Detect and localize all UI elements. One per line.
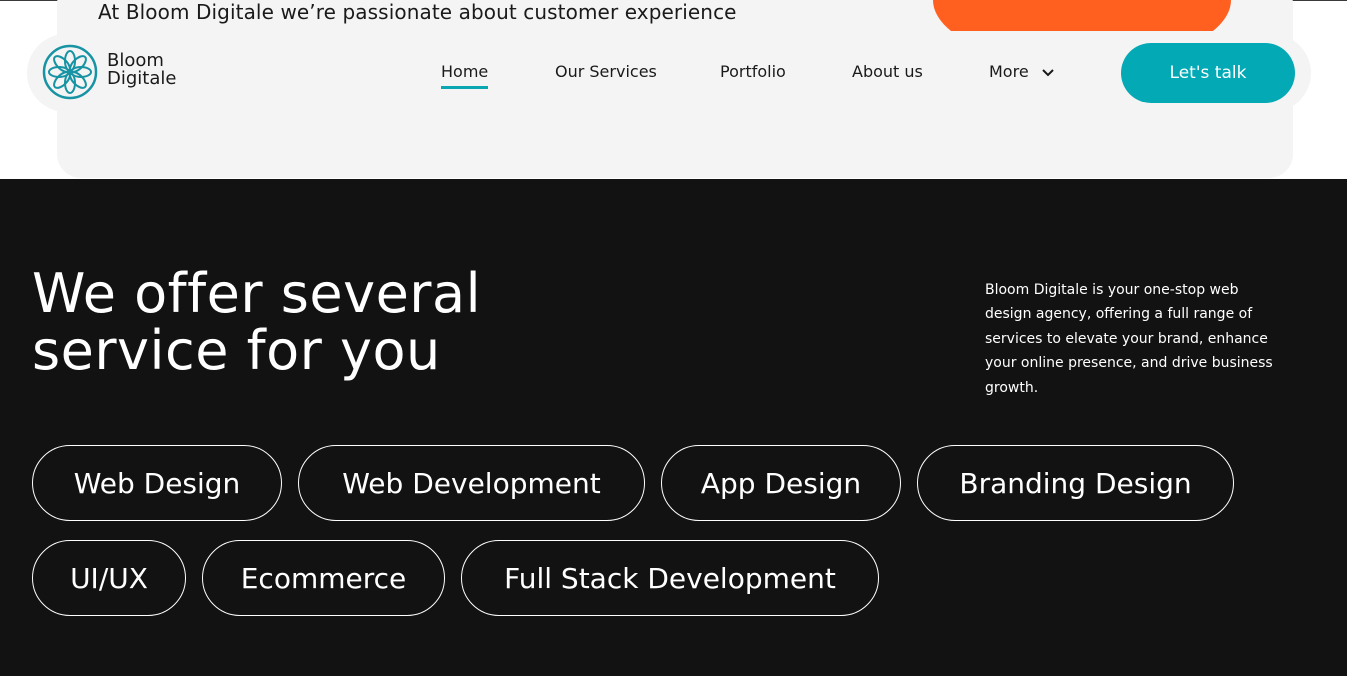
nav-item-our-services[interactable]: Our Services	[555, 62, 657, 81]
nav-item-home[interactable]: Home	[441, 62, 489, 89]
services-description: Bloom Digitale is your one-stop web desi…	[985, 282, 1273, 396]
nav-item-more-label: More	[989, 62, 1029, 81]
nav-item-more[interactable]: More	[989, 62, 1054, 81]
chevron-down-icon	[1042, 68, 1054, 76]
flower-mandala-icon[interactable]	[42, 44, 98, 100]
services-heading: We offer several service for you	[32, 265, 481, 379]
service-pill-app-design[interactable]: App Design	[661, 445, 901, 521]
service-pill-web-development[interactable]: Web Development	[298, 445, 645, 521]
nav-item-portfolio[interactable]: Portfolio	[720, 62, 786, 81]
navbar	[27, 34, 1311, 112]
service-pill-ui-ux[interactable]: UI/UX	[32, 540, 186, 616]
logo-line2: Digitale	[107, 68, 177, 89]
services-heading-line1: We offer several	[32, 262, 482, 325]
nav-item-about-us[interactable]: About us	[852, 62, 923, 81]
hero-tagline: At Bloom Digitale we’re passionate about…	[98, 0, 737, 24]
lets-talk-button[interactable]: Let's talk	[1121, 43, 1295, 103]
services-heading-line2: service for you	[32, 319, 441, 382]
service-pill-web-design[interactable]: Web Design	[32, 445, 282, 521]
service-pill-full-stack-development[interactable]: Full Stack Development	[461, 540, 879, 616]
logo-wordmark[interactable]: Bloom Digitale	[107, 52, 176, 88]
service-pill-ecommerce[interactable]: Ecommerce	[202, 540, 445, 616]
service-pill-branding-design[interactable]: Branding Design	[917, 445, 1234, 521]
